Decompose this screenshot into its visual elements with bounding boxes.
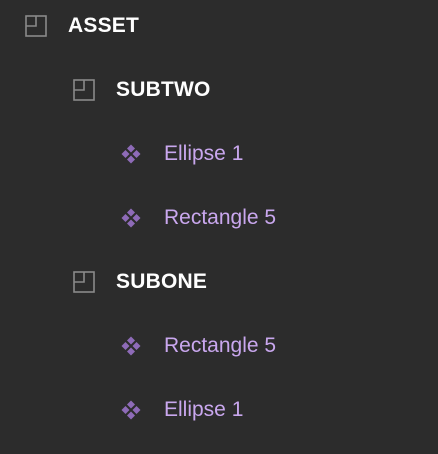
frame-icon bbox=[73, 271, 95, 293]
layers-panel: ASSET SUBTWO Ellipse 1 Rectangle 5 SUBON… bbox=[0, 0, 438, 454]
layer-row-rectangle-5[interactable]: Rectangle 5 bbox=[0, 314, 438, 378]
layer-label: Rectangle 5 bbox=[164, 206, 277, 229]
component-icon bbox=[120, 399, 142, 421]
layer-label: SUBONE bbox=[116, 270, 208, 293]
layer-label: Rectangle 5 bbox=[164, 334, 277, 357]
frame-icon bbox=[73, 79, 95, 101]
layer-row-ellipse-1[interactable]: Ellipse 1 bbox=[0, 378, 438, 442]
layer-label: SUBTWO bbox=[116, 78, 211, 101]
component-icon bbox=[120, 143, 142, 165]
frame-icon bbox=[25, 15, 47, 37]
layer-row-rectangle-5[interactable]: Rectangle 5 bbox=[0, 186, 438, 250]
layer-label: ASSET bbox=[68, 14, 140, 37]
component-icon bbox=[120, 335, 142, 357]
layer-row-subtwo[interactable]: SUBTWO bbox=[0, 58, 438, 122]
layer-label: Ellipse 1 bbox=[164, 142, 244, 165]
component-icon bbox=[120, 207, 142, 229]
layer-row-ellipse-1[interactable]: Ellipse 1 bbox=[0, 122, 438, 186]
layer-row-subone[interactable]: SUBONE bbox=[0, 250, 438, 314]
layer-label: Ellipse 1 bbox=[164, 398, 244, 421]
layer-row-asset[interactable]: ASSET bbox=[0, 0, 438, 58]
